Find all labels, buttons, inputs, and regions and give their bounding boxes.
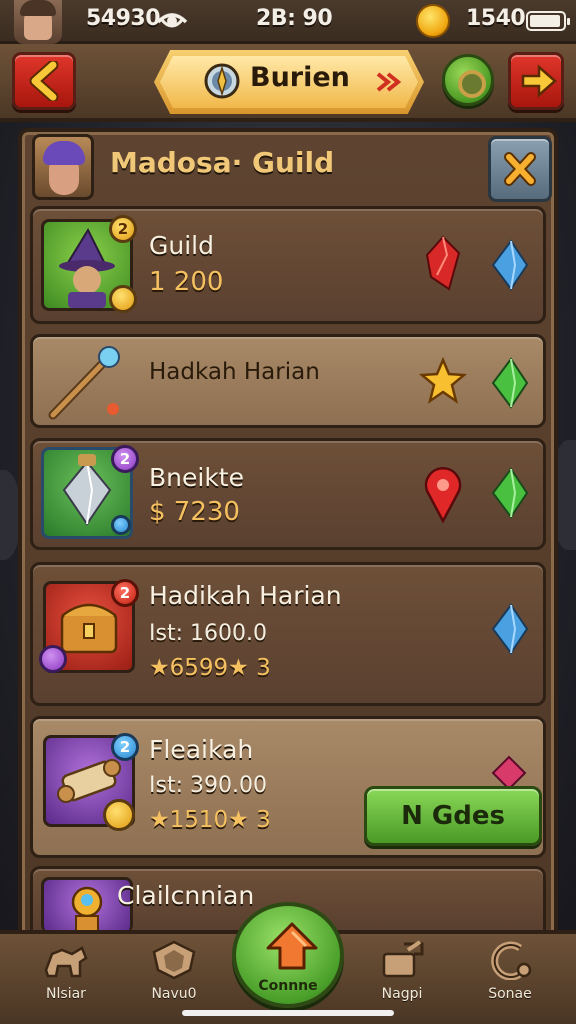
eye-icon xyxy=(156,13,188,28)
item-stat: Ist: 390.00 xyxy=(149,773,267,798)
list-item[interactable]: 2 Bneikte $ 7230 xyxy=(30,438,546,550)
player-avatar[interactable] xyxy=(14,0,62,44)
nav-item-settings[interactable]: Sonae xyxy=(460,932,560,1018)
chevron-left-icon xyxy=(29,61,59,101)
star-rating: ★1510★ 3 xyxy=(149,807,271,833)
level-badge: 2 xyxy=(111,445,139,473)
forward-button[interactable] xyxy=(508,52,564,110)
nav-item-beast[interactable]: Nlsiar xyxy=(16,932,116,1018)
nav-item-shield[interactable]: Navu0 xyxy=(124,932,224,1018)
panel-title: Madosa· Guild xyxy=(110,146,335,179)
magic-staff-icon xyxy=(43,339,135,431)
star-icon: ★ xyxy=(228,807,249,833)
item-value: 1 200 xyxy=(149,267,224,297)
back-button[interactable] xyxy=(12,52,76,110)
nav-item-crafting[interactable]: Nagpi xyxy=(352,932,452,1018)
blue-arrow-gem-icon[interactable] xyxy=(489,603,531,655)
settings-icon xyxy=(491,941,532,980)
level-badge: 2 xyxy=(111,579,139,607)
double-arrow-icon xyxy=(376,72,402,92)
item-title: Fleaikah xyxy=(149,735,254,764)
guild-leader-avatar xyxy=(32,134,94,200)
item-title: Hadkah Harian xyxy=(149,359,320,385)
nav-label: Nlsiar xyxy=(46,986,86,1002)
battery-icon xyxy=(526,11,570,31)
status-bar: 54930 2B: 90 1540 xyxy=(0,0,576,44)
home-indicator[interactable] xyxy=(182,1010,394,1016)
nav-label: Navu0 xyxy=(151,986,197,1002)
level-badge: 2 xyxy=(109,215,137,243)
guild-emblem-button[interactable] xyxy=(442,54,494,106)
gold-coin-icon xyxy=(416,4,450,38)
list-item[interactable]: Hadkah Harian xyxy=(30,334,546,428)
arrow-right-icon xyxy=(521,64,557,98)
gold-count: 1540 xyxy=(466,6,526,31)
blue-arrow-gem-icon[interactable] xyxy=(489,239,531,291)
coin-badge-icon xyxy=(109,285,137,313)
star-icon: ★ xyxy=(149,655,170,681)
nav-item-home[interactable]: Connne xyxy=(232,902,344,1008)
rune-badge-icon xyxy=(39,645,67,673)
guides-button[interactable]: N Gdes xyxy=(364,786,542,846)
top-nav: Burien xyxy=(0,44,576,122)
item-value: $ 7230 xyxy=(149,497,240,527)
crafting-icon xyxy=(382,940,424,978)
level-badge: 2 xyxy=(111,733,139,761)
item-title: Clailcnnian xyxy=(117,881,255,910)
status-value-center: 2B: 90 xyxy=(256,6,333,31)
item-title: Hadikah Harian xyxy=(149,581,342,610)
star-icon: ★ xyxy=(149,807,170,833)
gold-star-icon xyxy=(419,357,467,404)
page-title: Burien xyxy=(250,62,350,93)
item-stat: Ist: 1600.0 xyxy=(149,621,267,646)
close-icon xyxy=(504,152,536,186)
map-pin-icon xyxy=(424,467,462,523)
nav-label: Nagpi xyxy=(381,986,423,1002)
item-title: Bneikte xyxy=(149,463,244,492)
status-value-left: 54930 xyxy=(86,6,161,31)
red-gem-icon xyxy=(425,235,461,291)
background-rock xyxy=(0,470,20,560)
star-icon: ★ xyxy=(228,655,249,681)
list-item[interactable]: 2 Hadikah Harian Ist: 1600.0 ★6599★ 3 xyxy=(30,562,546,706)
star-rating: ★6599★ 3 xyxy=(149,655,271,681)
item-title: Guild xyxy=(149,231,214,260)
nav-label: Connne xyxy=(258,978,318,994)
green-arrow-gem-icon[interactable] xyxy=(489,467,531,519)
close-button[interactable] xyxy=(488,136,552,202)
compass-icon xyxy=(204,63,240,99)
beast-icon xyxy=(44,946,88,978)
coin-badge-icon xyxy=(103,799,135,831)
sapphire-icon xyxy=(111,515,131,535)
green-arrow-gem-icon[interactable] xyxy=(489,357,531,409)
home-arrow-icon xyxy=(266,922,318,970)
nav-label: Sonae xyxy=(488,986,532,1002)
list-item[interactable]: 2 Guild 1 200 xyxy=(30,206,546,324)
shield-icon xyxy=(152,940,196,980)
